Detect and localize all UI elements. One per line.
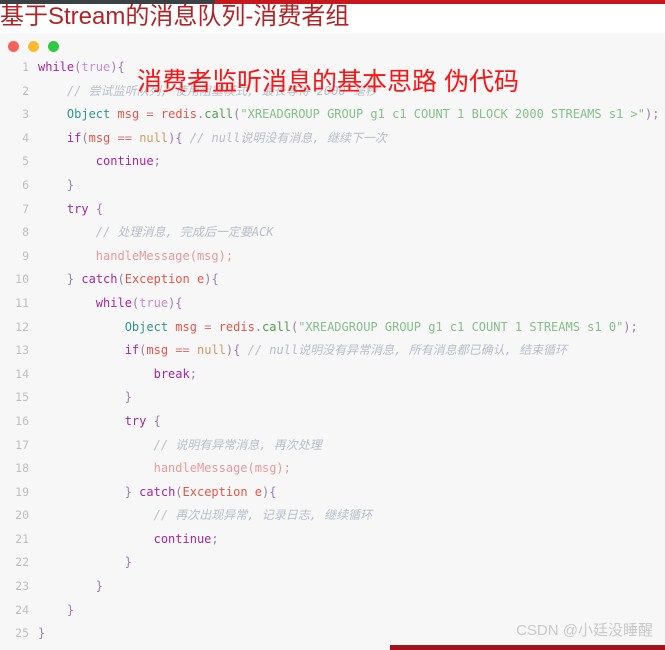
line-number: 21	[15, 531, 29, 546]
code-line: 4 if(msg == null){ // null说明没有消息, 继续下一次	[0, 127, 665, 151]
line-number: 5	[22, 154, 29, 169]
close-dot-icon[interactable]	[8, 41, 19, 52]
watermark-text: CSDN @小廷没睡醒	[516, 622, 653, 639]
line-number: 12	[15, 319, 29, 334]
code-line: 3 Object msg = redis.call("XREADGROUP GR…	[0, 103, 665, 127]
line-number: 13	[15, 343, 29, 358]
line-number: 7	[22, 201, 29, 216]
line-number: 6	[22, 177, 29, 192]
code-line: 13 if(msg == null){ // null说明没有异常消息, 所有消…	[0, 339, 665, 363]
line-content[interactable]: try {	[38, 198, 665, 222]
code-line: 17 // 说明有异常消息, 再次处理	[0, 434, 665, 458]
line-number: 18	[15, 461, 29, 476]
line-number: 22	[15, 555, 29, 570]
code-line: 10 } catch(Exception e){	[0, 268, 665, 292]
line-content[interactable]: handleMessage(msg);	[38, 245, 665, 269]
line-number: 2	[22, 83, 29, 98]
line-number: 11	[15, 295, 29, 310]
line-number: 25	[15, 626, 29, 641]
minimize-dot-icon[interactable]	[28, 41, 39, 52]
page-title: 基于Stream的消息队列-消费者组	[0, 3, 350, 30]
line-content[interactable]: // 说明有异常消息, 再次处理	[38, 434, 665, 458]
line-number: 23	[15, 579, 29, 594]
line-number: 1	[22, 60, 29, 74]
code-line: 8 // 处理消息, 完成后一定要ACK	[0, 221, 665, 245]
line-number: 20	[15, 508, 29, 523]
window-controls	[8, 41, 59, 52]
line-content[interactable]: // 处理消息, 完成后一定要ACK	[38, 221, 665, 245]
code-line: 20 // 再次出现异常, 记录日志, 继续循环	[0, 504, 665, 528]
maximize-dot-icon[interactable]	[48, 41, 59, 52]
line-content[interactable]: }	[38, 551, 665, 575]
line-number: 10	[15, 272, 29, 287]
code-line: 9 handleMessage(msg);	[0, 245, 665, 269]
code-line: 14 break;	[0, 363, 665, 387]
code-line: 12 Object msg = redis.call("XREADGROUP G…	[0, 316, 665, 340]
line-number: 15	[15, 390, 29, 405]
code-line: 7 try {	[0, 198, 665, 222]
line-content[interactable]: Object msg = redis.call("XREADGROUP GROU…	[38, 103, 665, 127]
code-line: 6 }	[0, 174, 665, 198]
line-content[interactable]: handleMessage(msg);	[38, 457, 665, 481]
line-content[interactable]: break;	[38, 363, 665, 387]
line-content[interactable]: } catch(Exception e){	[38, 268, 665, 292]
line-content[interactable]: }	[38, 386, 665, 410]
line-content[interactable]: Object msg = redis.call("XREADGROUP GROU…	[38, 316, 665, 340]
line-content[interactable]: // 再次出现异常, 记录日志, 继续循环	[38, 504, 665, 528]
code-line: 16 try {	[0, 410, 665, 434]
line-content[interactable]: while(true){	[38, 292, 665, 316]
line-content[interactable]: }	[38, 174, 665, 198]
line-content[interactable]: try {	[38, 410, 665, 434]
line-number: 14	[15, 366, 29, 381]
code-line: 11 while(true){	[0, 292, 665, 316]
code-line: 23 }	[0, 575, 665, 599]
line-number: 16	[15, 413, 29, 428]
line-number: 17	[15, 437, 29, 452]
line-number: 24	[15, 602, 29, 617]
line-content[interactable]: if(msg == null){ // null说明没有异常消息, 所有消息都已…	[38, 339, 665, 363]
code-line: 22 }	[0, 551, 665, 575]
code-card: 消费者监听消息的基本思路 伪代码 1 while(true){ 2 // 尝试监…	[0, 33, 665, 650]
code-line: 18 handleMessage(msg);	[0, 457, 665, 481]
code-line: 5 continue;	[0, 150, 665, 174]
line-content[interactable]: if(msg == null){ // null说明没有消息, 继续下一次	[38, 127, 665, 151]
code-line: 19 } catch(Exception e){	[0, 481, 665, 505]
line-content[interactable]: continue;	[38, 150, 665, 174]
line-number: 19	[15, 484, 29, 499]
line-number: 9	[22, 248, 29, 263]
line-content[interactable]: } catch(Exception e){	[38, 481, 665, 505]
line-number: 3	[22, 107, 29, 122]
line-content[interactable]: }	[38, 575, 665, 599]
line-content[interactable]: continue;	[38, 528, 665, 552]
code-line: 15 }	[0, 386, 665, 410]
line-number: 8	[22, 225, 29, 240]
line-number: 4	[22, 130, 29, 145]
bottom-edge-strip	[390, 645, 665, 650]
code-listing: 1 while(true){ 2 // 尝试监听队列, 使用阻塞模式, 最长等待…	[0, 56, 665, 646]
annotation-label: 消费者监听消息的基本思路 伪代码	[137, 68, 519, 96]
code-line: 21 continue;	[0, 528, 665, 552]
